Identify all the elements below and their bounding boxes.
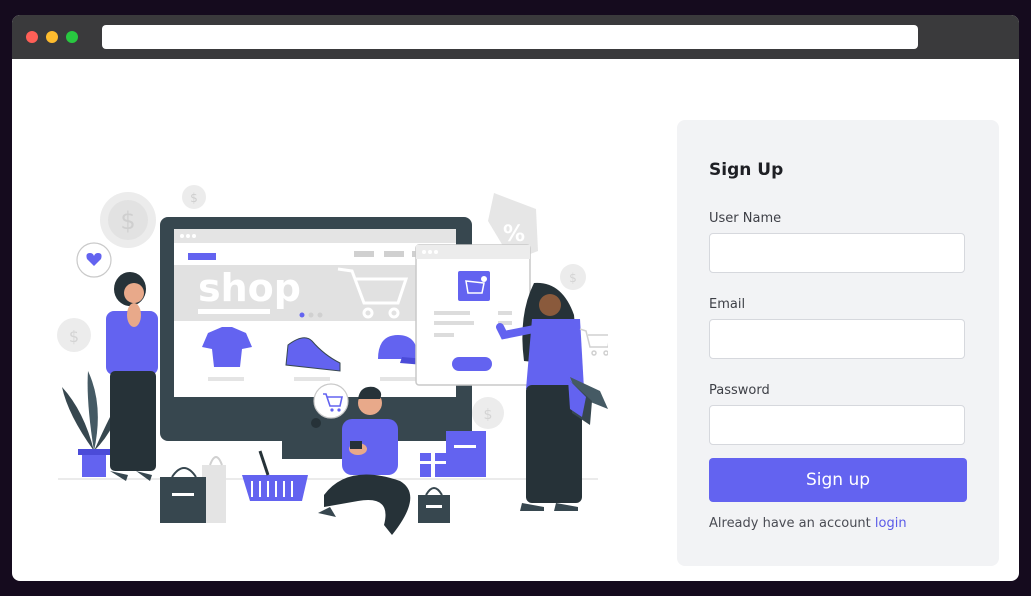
shopping-illustration: $ $ $ $ $ % shop bbox=[57, 185, 608, 535]
email-label: Email bbox=[709, 297, 746, 312]
address-bar[interactable] bbox=[102, 25, 918, 49]
heart-icon bbox=[76, 242, 112, 278]
cart-icon bbox=[458, 271, 490, 301]
sign-up-button[interactable]: Sign up bbox=[709, 458, 967, 502]
signup-card: Sign Up User Name Email Password Sign up… bbox=[677, 120, 999, 566]
title-bar bbox=[12, 15, 1019, 59]
shopping-bag-icon bbox=[160, 456, 226, 523]
dollar-coin-icon: $ bbox=[472, 397, 504, 429]
svg-text:$: $ bbox=[120, 207, 135, 235]
dollar-coin-icon: $ bbox=[100, 192, 156, 248]
login-link[interactable]: login bbox=[875, 516, 907, 531]
dollar-coin-icon: $ bbox=[57, 318, 91, 352]
svg-text:$: $ bbox=[484, 407, 493, 423]
page-title: Sign Up bbox=[709, 160, 784, 180]
close-window-button[interactable] bbox=[26, 31, 38, 43]
svg-text:shop: shop bbox=[198, 266, 301, 310]
svg-text:%: % bbox=[503, 222, 525, 247]
product-popup bbox=[415, 244, 531, 386]
password-label: Password bbox=[709, 383, 770, 398]
cart-icon bbox=[579, 328, 608, 356]
shopping-bag-icon bbox=[418, 487, 450, 523]
email-input[interactable] bbox=[709, 319, 965, 359]
minimize-window-button[interactable] bbox=[46, 31, 58, 43]
svg-text:$: $ bbox=[190, 191, 198, 205]
username-input[interactable] bbox=[709, 233, 965, 273]
dollar-coin-icon: $ bbox=[182, 185, 206, 209]
svg-text:$: $ bbox=[69, 327, 79, 346]
cart-bubble-icon bbox=[313, 383, 349, 419]
username-label: User Name bbox=[709, 211, 782, 226]
login-prompt-text: Already have an account bbox=[709, 516, 871, 531]
svg-text:$: $ bbox=[569, 271, 577, 285]
login-prompt: Already have an account login bbox=[709, 516, 907, 531]
browser-window: $ $ $ $ $ % shop Sign Up User Name Email… bbox=[12, 15, 1019, 581]
password-input[interactable] bbox=[709, 405, 965, 445]
shopper-woman-left bbox=[106, 272, 158, 481]
maximize-window-button[interactable] bbox=[66, 31, 78, 43]
dollar-coin-icon: $ bbox=[560, 264, 586, 290]
